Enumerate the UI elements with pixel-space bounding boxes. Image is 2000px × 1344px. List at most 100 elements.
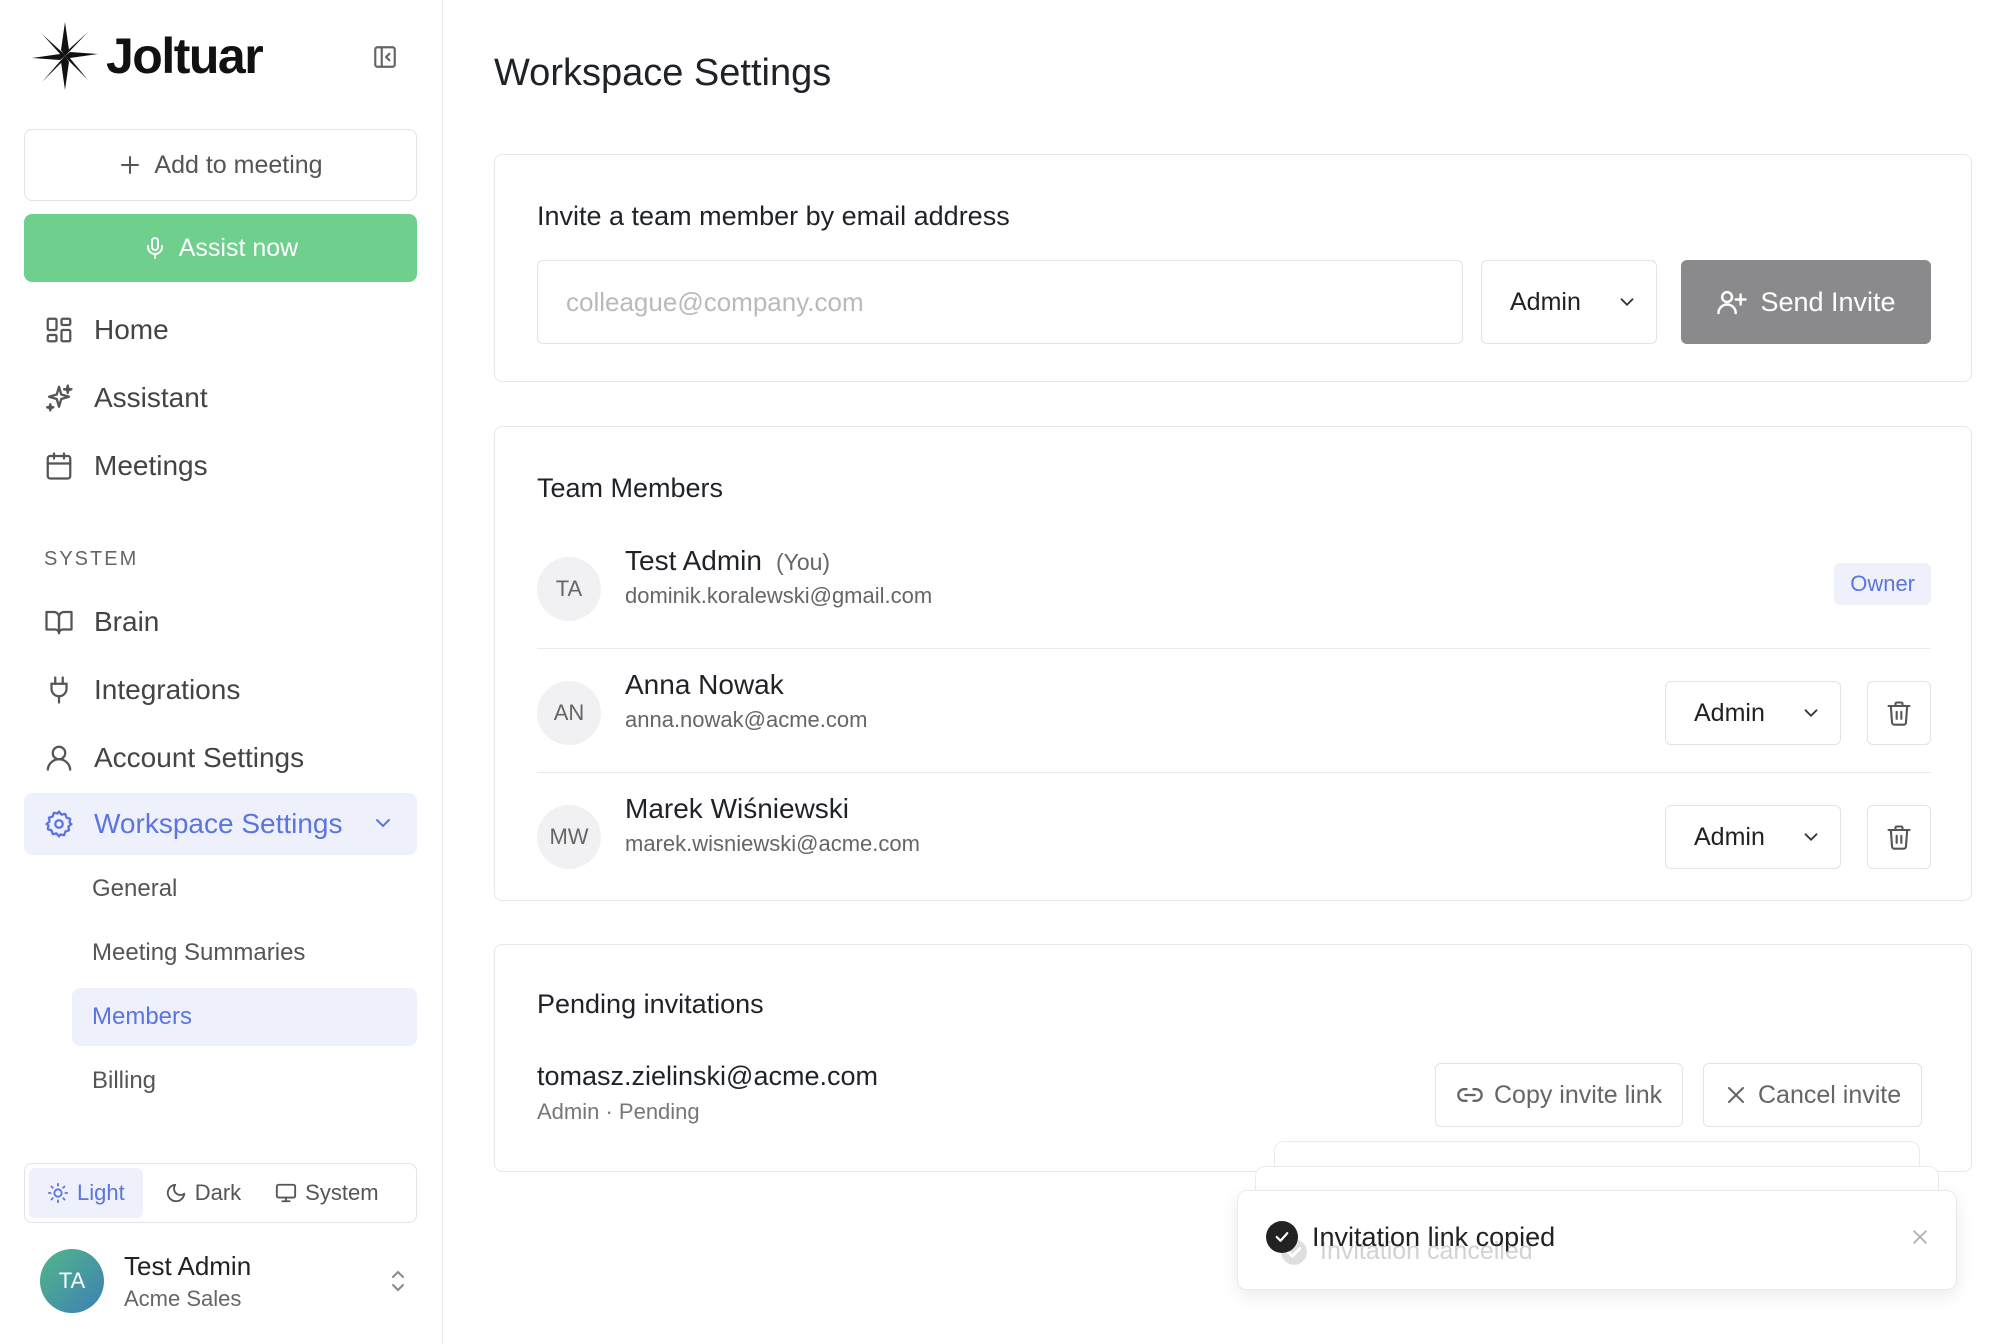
owner-badge: Owner (1834, 563, 1931, 605)
user-account-menu[interactable]: TA Test Admin Acme Sales (40, 1246, 410, 1316)
user-name: Test Admin (124, 1250, 252, 1281)
link-icon (1457, 1088, 1483, 1102)
toast-close-button[interactable] (1910, 1227, 1930, 1252)
plug-icon (50, 676, 68, 704)
invite-role-value: Admin (1510, 287, 1581, 316)
sidebar-subitem-general[interactable]: General (72, 860, 417, 918)
check-circle-icon (1266, 1221, 1298, 1253)
brand-name: Joltuar (106, 28, 264, 84)
theme-system-label: System (305, 1180, 379, 1205)
avatar: MW (537, 805, 601, 869)
cancel-invite-label: Cancel invite (1758, 1080, 1902, 1109)
pending-invite-meta: Admin · Pending (537, 1099, 700, 1124)
team-members-card: Team Members TA Test Admin (You) dominik.… (494, 426, 1972, 901)
avatar: TA (537, 557, 601, 621)
sidebar-collapse-icon (374, 46, 396, 68)
section-label-system: SYSTEM (44, 548, 139, 570)
assist-now-label: Assist now (178, 233, 299, 262)
theme-dark-option[interactable]: Dark (147, 1168, 259, 1218)
sidebar-item-assistant[interactable]: Assistant (24, 368, 417, 428)
sidebar-subitem-billing[interactable]: Billing (72, 1052, 417, 1110)
chevron-down-icon (1620, 298, 1634, 307)
sidebar-item-label: Assistant (94, 382, 208, 413)
book-icon (45, 610, 73, 635)
toast-message: Invitation link copied (1266, 1221, 1555, 1253)
sparkles-icon (46, 384, 73, 412)
theme-dark-label: Dark (194, 1180, 242, 1205)
avatar: TA (40, 1249, 104, 1313)
member-email: marek.wisniewski@acme.com (625, 831, 920, 856)
remove-member-button[interactable] (1867, 805, 1931, 869)
pending-invitations-heading: Pending invitations (537, 989, 764, 1019)
assist-now-button[interactable]: Assist now (24, 214, 417, 282)
member-name: Anna Nowak (625, 669, 784, 700)
user-icon (46, 745, 72, 771)
member-role-value: Admin (1694, 822, 1765, 851)
trash-icon (1887, 701, 1911, 726)
microphone-icon (146, 237, 163, 259)
chevron-down-icon (376, 819, 390, 828)
invite-email-input[interactable] (537, 260, 1463, 344)
invite-heading: Invite a team member by email address (537, 201, 1010, 231)
theme-light-label: Light (77, 1180, 125, 1205)
theme-system-option[interactable]: System (263, 1168, 396, 1218)
sidebar-item-integrations[interactable]: Integrations (24, 660, 417, 720)
joltuar-star-icon (32, 22, 98, 90)
member-role-select[interactable]: Admin (1665, 681, 1841, 745)
copy-invite-link-label: Copy invite link (1494, 1080, 1663, 1109)
sidebar-item-label: Brain (94, 606, 160, 637)
send-invite-button[interactable]: Send Invite (1681, 260, 1931, 344)
theme-switcher: Light Dark System (24, 1163, 417, 1223)
user-plus-icon (1717, 290, 1748, 315)
theme-light-option[interactable]: Light (29, 1168, 143, 1218)
member-role-select[interactable]: Admin (1665, 805, 1841, 869)
sidebar-item-account-settings[interactable]: Account Settings (24, 728, 417, 788)
plus-icon (121, 156, 140, 174)
member-name: Test Admin (You) (625, 545, 830, 577)
grid-icon (46, 317, 72, 343)
toast-text: Invitation link copied (1312, 1221, 1556, 1252)
invite-role-select[interactable]: Admin (1481, 260, 1657, 344)
collapse-sidebar-button[interactable] (368, 40, 402, 74)
sidebar-item-meetings[interactable]: Meetings (24, 436, 417, 496)
member-row: TA Test Admin (You) dominik.koralewski@gm… (537, 525, 1931, 649)
remove-member-button[interactable] (1867, 681, 1931, 745)
sidebar-item-brain[interactable]: Brain (24, 592, 417, 652)
team-members-heading: Team Members (537, 473, 724, 503)
member-role-value: Admin (1694, 698, 1765, 727)
close-icon (1913, 1230, 1927, 1244)
member-email: dominik.koralewski@gmail.com (625, 583, 933, 608)
moon-icon (166, 1183, 185, 1203)
sidebar-item-label: Workspace Settings (94, 808, 343, 839)
calendar-icon (46, 452, 72, 480)
sidebar-item-label: Meetings (94, 450, 208, 481)
sidebar-item-workspace-settings[interactable]: Workspace Settings (24, 793, 417, 855)
sidebar-item-label: Home (94, 314, 169, 345)
member-name-text: Test Admin (625, 545, 762, 576)
avatar: AN (537, 681, 601, 745)
sidebar-subitem-members[interactable]: Members (72, 988, 417, 1046)
gear-icon (45, 810, 73, 838)
member-row: AN Anna Nowak anna.nowak@acme.com Admin (537, 649, 1931, 773)
trash-icon (1887, 825, 1911, 850)
close-icon (1728, 1087, 1744, 1103)
sidebar: Joltuar Add to meeting Assist now Home A… (0, 0, 443, 1344)
monitor-icon (276, 1183, 297, 1203)
chevron-down-icon (1804, 833, 1818, 842)
add-to-meeting-button[interactable]: Add to meeting (24, 129, 417, 201)
send-invite-label: Send Invite (1760, 286, 1896, 317)
cancel-invite-button[interactable]: Cancel invite (1703, 1063, 1923, 1127)
sidebar-subitem-meeting-summaries[interactable]: Meeting Summaries (72, 924, 417, 982)
member-name: Marek Wiśniewski (625, 793, 850, 824)
invite-card: Invite a team member by email address Ad… (494, 154, 1972, 382)
pending-invite-email: tomasz.zielinski@acme.com (537, 1061, 878, 1091)
user-org: Acme Sales (124, 1285, 242, 1311)
copy-invite-link-button[interactable]: Copy invite link (1435, 1063, 1684, 1127)
toast-notification: Invitation cancelled Invitation link cop… (1237, 1190, 1957, 1290)
brand-logo[interactable]: Joltuar (30, 20, 264, 92)
add-to-meeting-label: Add to meeting (154, 150, 323, 179)
sidebar-item-home[interactable]: Home (24, 300, 417, 360)
member-row: MW Marek Wiśniewski marek.wisniewski@acm… (537, 773, 1931, 897)
sidebar-item-label: Integrations (94, 674, 241, 705)
sidebar-item-label: Account Settings (94, 742, 305, 773)
